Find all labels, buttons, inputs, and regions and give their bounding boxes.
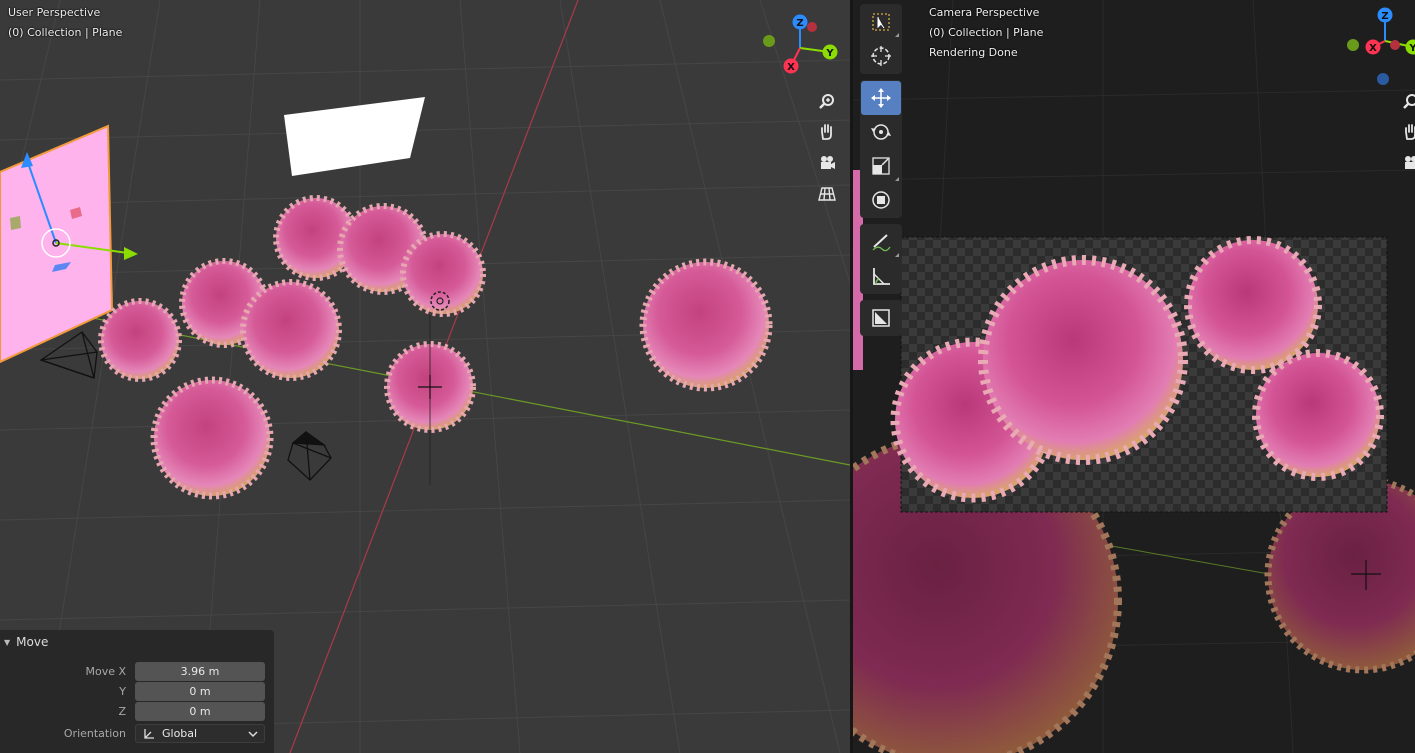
- operator-panel-header[interactable]: ▼ Move: [0, 630, 274, 654]
- light-object[interactable]: [287, 431, 332, 481]
- svg-text:X: X: [1369, 43, 1377, 54]
- move-y-label: Y: [119, 685, 126, 698]
- tool-shelf: [860, 4, 902, 342]
- left-viewport-info: User Perspective (0) Collection | Plane: [8, 3, 122, 43]
- annotate-icon: [872, 234, 891, 252]
- move-z-row: Z 0 m: [0, 702, 274, 722]
- virus-objects[interactable]: [98, 195, 773, 500]
- svg-text:Z: Z: [796, 18, 803, 29]
- right-collection-label: (0) Collection | Plane: [929, 26, 1044, 39]
- hand-icon: [1405, 124, 1415, 140]
- rotate-icon: [871, 124, 891, 140]
- cursor-tool[interactable]: [861, 39, 901, 73]
- transform-icon: [872, 191, 890, 209]
- scale-icon: [872, 157, 890, 175]
- camera-icon: [821, 156, 835, 169]
- select-box-tool[interactable]: [861, 5, 901, 39]
- move-z-label: Z: [118, 705, 126, 718]
- move-z-field[interactable]: 0 m: [135, 702, 265, 721]
- operator-title: Move: [16, 635, 49, 649]
- svg-text:X: X: [787, 62, 795, 73]
- move-x-label: Move X: [85, 665, 126, 678]
- orientation-label: Orientation: [63, 727, 126, 740]
- render-status-label: Rendering Done: [929, 46, 1018, 59]
- transform-tool[interactable]: [861, 183, 901, 217]
- grid-icon: [818, 187, 836, 201]
- right-navigation-gizmo[interactable]: Z Y X: [1343, 5, 1415, 87]
- rotate-tool[interactable]: [861, 115, 901, 149]
- measure-tool[interactable]: [861, 259, 901, 293]
- light-plane[interactable]: [284, 97, 425, 176]
- svg-text:Z: Z: [1381, 11, 1388, 22]
- move-icon: [871, 88, 891, 108]
- move-x-field[interactable]: 3.96 m: [135, 662, 265, 681]
- move-tool[interactable]: [861, 81, 901, 115]
- cursor-icon: [871, 46, 891, 66]
- right-3d-scene[interactable]: [853, 0, 1415, 753]
- right-perspective-label: Camera Perspective: [929, 6, 1040, 19]
- svg-text:Y: Y: [825, 48, 834, 59]
- camera-icon: [1405, 156, 1415, 169]
- move-y-field[interactable]: 0 m: [135, 682, 265, 701]
- orientation-select[interactable]: Global: [135, 724, 265, 743]
- add-cube-icon: [872, 309, 890, 327]
- collapse-arrow-icon[interactable]: ▼: [4, 638, 10, 647]
- ortho-toggle-button[interactable]: [814, 181, 840, 207]
- zoom-icon: [1403, 94, 1415, 109]
- global-orientation-icon: [144, 728, 154, 739]
- pan-button[interactable]: [814, 119, 840, 145]
- left-perspective-label: User Perspective: [8, 6, 101, 19]
- add-cube-tool[interactable]: [861, 301, 901, 335]
- measure-icon: [873, 268, 890, 285]
- tool-group-add: [860, 300, 902, 336]
- viewport-camera-perspective[interactable]: Camera Perspective (0) Collection | Plan…: [853, 0, 1415, 753]
- tool-group-transform: [860, 80, 902, 218]
- left-collection-label: (0) Collection | Plane: [8, 26, 123, 39]
- viewport-user-perspective[interactable]: User Perspective (0) Collection | Plane …: [0, 0, 850, 753]
- right-viewport-info: Camera Perspective (0) Collection | Plan…: [929, 3, 1043, 63]
- select-box-icon: [872, 13, 890, 31]
- zoom-icon: [819, 94, 834, 109]
- camera-view-button[interactable]: [814, 150, 840, 176]
- chevron-down-icon: [248, 731, 258, 738]
- tool-group-select: [860, 4, 902, 74]
- operator-panel-move[interactable]: ▼ Move Move X 3.96 m Y 0 m Z 0 m Orienta…: [0, 630, 274, 753]
- orientation-row: Orientation Global: [0, 724, 274, 744]
- move-y-row: Y 0 m: [0, 682, 274, 702]
- move-x-row: Move X 3.96 m: [0, 662, 274, 682]
- svg-text:Y: Y: [1408, 43, 1415, 54]
- tool-group-annotate: [860, 224, 902, 294]
- orientation-value: Global: [162, 727, 198, 740]
- annotate-tool[interactable]: [861, 225, 901, 259]
- navigation-gizmo[interactable]: Z Y X: [760, 12, 844, 82]
- hand-icon: [821, 124, 832, 140]
- scale-tool[interactable]: [861, 149, 901, 183]
- zoom-button[interactable]: [814, 89, 840, 115]
